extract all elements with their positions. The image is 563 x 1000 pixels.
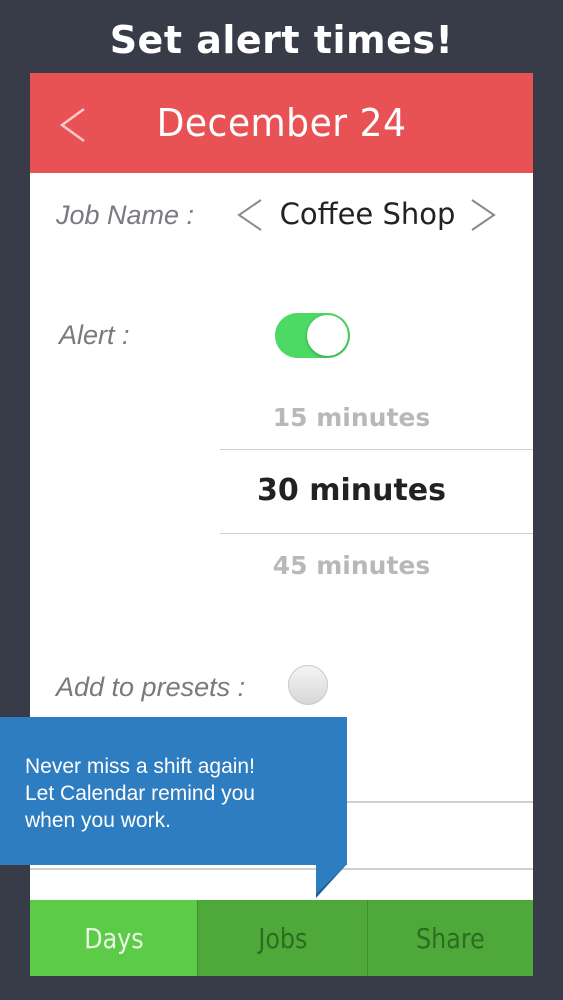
header-bar: December 24: [30, 73, 533, 173]
picker-option-selected[interactable]: 30 minutes: [220, 473, 483, 508]
job-name-value[interactable]: Coffee Shop: [270, 197, 465, 231]
picker-option[interactable]: 45 minutes: [220, 551, 483, 580]
chevron-right-icon[interactable]: [468, 198, 498, 232]
tab-days-label: Days: [83, 921, 144, 955]
tooltip-bubble[interactable]: Never miss a shift again! Let Calendar r…: [0, 717, 347, 865]
picker-option[interactable]: 15 minutes: [220, 403, 483, 432]
alert-toggle[interactable]: [275, 313, 350, 358]
tab-days[interactable]: Days: [30, 900, 197, 976]
chevron-left-icon[interactable]: [235, 198, 265, 232]
tab-jobs-label: Jobs: [257, 921, 308, 955]
tooltip-pointer: [316, 864, 347, 898]
picker-divider: [220, 533, 533, 534]
tab-share[interactable]: Share: [367, 900, 533, 976]
tab-bar: Days Jobs Share: [30, 900, 533, 976]
alert-label: Alert :: [59, 320, 130, 350]
toggle-knob: [307, 315, 348, 356]
tab-share-label: Share: [416, 921, 485, 955]
header-date: December 24: [156, 101, 407, 145]
job-name-label: Job Name :: [56, 200, 195, 230]
alert-time-picker[interactable]: 15 minutes 30 minutes 45 minutes: [220, 389, 533, 589]
tooltip-text: Never miss a shift again! Let Calendar r…: [25, 755, 255, 832]
picker-divider: [220, 449, 533, 450]
tab-jobs[interactable]: Jobs: [197, 900, 367, 976]
promo-title: Set alert times!: [109, 18, 454, 62]
presets-label: Add to presets :: [56, 672, 246, 702]
presets-radio[interactable]: [288, 665, 328, 705]
row-divider: [30, 868, 533, 870]
